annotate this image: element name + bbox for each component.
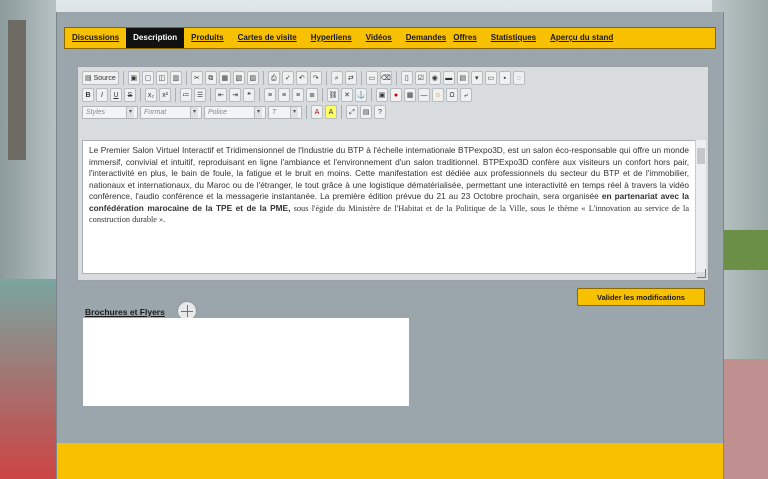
textarea-icon[interactable]: ▤	[456, 71, 469, 85]
bullet-list-icon[interactable]: ☰	[194, 88, 206, 102]
flash-icon[interactable]: ●	[390, 88, 402, 102]
replace-icon[interactable]: ⇄	[344, 71, 357, 85]
footer-bar	[57, 443, 723, 479]
underline-icon[interactable]: U	[110, 88, 122, 102]
cut-icon[interactable]: ✂	[190, 71, 203, 85]
strike-icon[interactable]: S	[124, 88, 136, 102]
undo-icon[interactable]: ↶	[295, 71, 308, 85]
numbered-list-icon[interactable]: ≔	[180, 88, 192, 102]
tab-bar: Discussions Description Produits Cartes …	[64, 27, 716, 49]
source-button[interactable]: ▤ Source	[82, 71, 119, 85]
smiley-icon[interactable]: ☺	[432, 88, 444, 102]
form-icon[interactable]: ▯	[400, 71, 413, 85]
tab-hyperliens[interactable]: Hyperliens	[304, 28, 359, 48]
rich-text-editor: ▤ Source ▣ ▢ ◫ ▥ ✂ ⧉ ▦ ▧ ▨ ⎙ ✓ ↶ ↷ ⌕ ⇄ ▭…	[77, 66, 709, 281]
maximize-icon[interactable]: ⤢	[346, 105, 358, 119]
toolbar-row-3: Styles ▾ Format ▾ Police ▾ T ▾ A A ⤢ ▤ ?	[82, 104, 386, 120]
select-all-icon[interactable]: ▭	[365, 71, 378, 85]
tab-statistiques[interactable]: Statistiques	[484, 28, 543, 48]
editor-content[interactable]: Le Premier Salon Virtuel Interactif et T…	[82, 140, 696, 274]
description-text: Le Premier Salon Virtuel Interactif et T…	[83, 141, 695, 230]
align-left-icon[interactable]: ≡	[264, 88, 276, 102]
subscript-icon[interactable]: x₂	[145, 88, 157, 102]
paste-word-icon[interactable]: ▨	[246, 71, 259, 85]
resize-handle[interactable]	[697, 269, 706, 278]
tab-offres[interactable]: Offres	[453, 28, 484, 48]
size-select[interactable]: T ▾	[268, 105, 302, 119]
superscript-icon[interactable]: x²	[159, 88, 171, 102]
bg-color-icon[interactable]: A	[325, 105, 337, 119]
blockquote-icon[interactable]: ❝	[243, 88, 255, 102]
align-center-icon[interactable]: ≡	[278, 88, 290, 102]
tab-apercu-du-stand[interactable]: Aperçu du stand	[543, 28, 620, 48]
save-icon[interactable]: ▣	[127, 71, 140, 85]
toolbar-row-2: B I U S x₂ x² ≔ ☰ ⇤ ⇥ ❝ ≡ ≡ ≡ ≣ ⛓ ✕ ⚓ ▣ …	[82, 87, 472, 103]
image-icon[interactable]: ▣	[376, 88, 388, 102]
text-color-icon[interactable]: A	[311, 105, 323, 119]
source-label: Source	[93, 75, 116, 82]
tab-description[interactable]: Description	[126, 28, 185, 48]
special-char-icon[interactable]: Ω	[446, 88, 458, 102]
link-icon[interactable]: ⛓	[327, 88, 339, 102]
source-icon: ▤	[85, 75, 92, 82]
brochures-label[interactable]: Brochures et Flyers	[85, 307, 165, 317]
outdent-icon[interactable]: ⇤	[215, 88, 227, 102]
radio-icon[interactable]: ◉	[428, 71, 441, 85]
editor-scrollbar[interactable]	[695, 140, 706, 272]
format-select[interactable]: Format ▾	[140, 105, 202, 119]
font-select[interactable]: Police ▾	[204, 105, 266, 119]
checkbox-icon[interactable]: ☑	[414, 71, 427, 85]
horizontal-rule-icon[interactable]: —	[418, 88, 430, 102]
bold-icon[interactable]: B	[82, 88, 94, 102]
redo-icon[interactable]: ↷	[309, 71, 322, 85]
find-icon[interactable]: ⌕	[330, 71, 343, 85]
brochures-area	[83, 318, 409, 406]
table-icon[interactable]: ▦	[404, 88, 416, 102]
new-page-icon[interactable]: ▢	[141, 71, 154, 85]
unlink-icon[interactable]: ✕	[341, 88, 353, 102]
tab-produits[interactable]: Produits	[184, 28, 230, 48]
spellcheck-icon[interactable]: ✓	[281, 71, 294, 85]
styles-select[interactable]: Styles ▾	[82, 105, 138, 119]
anchor-icon[interactable]: ⚓	[355, 88, 367, 102]
validate-changes-button[interactable]: Valider les modifications	[577, 288, 705, 306]
tab-videos[interactable]: Vidéos	[359, 28, 399, 48]
page-break-icon[interactable]: ⤶	[460, 88, 472, 102]
align-right-icon[interactable]: ≡	[292, 88, 304, 102]
paste-icon[interactable]: ▦	[218, 71, 231, 85]
align-justify-icon[interactable]: ≣	[306, 88, 318, 102]
indent-icon[interactable]: ⇥	[229, 88, 241, 102]
tab-discussions[interactable]: Discussions	[65, 28, 126, 48]
templates-icon[interactable]: ▥	[169, 71, 182, 85]
select-field-icon[interactable]: ▾	[470, 71, 483, 85]
preview-icon[interactable]: ◫	[155, 71, 168, 85]
print-icon[interactable]: ⎙	[267, 71, 280, 85]
copy-icon[interactable]: ⧉	[204, 71, 217, 85]
show-blocks-icon[interactable]: ▤	[360, 105, 372, 119]
image-button-icon[interactable]: ▪	[498, 71, 511, 85]
textfield-icon[interactable]: ▬	[442, 71, 455, 85]
hidden-field-icon[interactable]: ◌	[512, 71, 525, 85]
toolbar-row-1: ▤ Source ▣ ▢ ◫ ▥ ✂ ⧉ ▦ ▧ ▨ ⎙ ✓ ↶ ↷ ⌕ ⇄ ▭…	[82, 70, 525, 86]
paste-text-icon[interactable]: ▧	[232, 71, 245, 85]
stand-editor-panel: Discussions Description Produits Cartes …	[56, 12, 724, 479]
content-text: Le Premier Salon Virtuel Interactif et T…	[89, 145, 689, 201]
italic-icon[interactable]: I	[96, 88, 108, 102]
remove-format-icon[interactable]: ⌫	[379, 71, 392, 85]
about-icon[interactable]: ?	[374, 105, 386, 119]
tab-demandes[interactable]: Demandes	[399, 28, 453, 48]
button-field-icon[interactable]: ▭	[484, 71, 497, 85]
scene-left	[0, 0, 56, 479]
tab-cartes-de-visite[interactable]: Cartes de visite	[231, 28, 304, 48]
